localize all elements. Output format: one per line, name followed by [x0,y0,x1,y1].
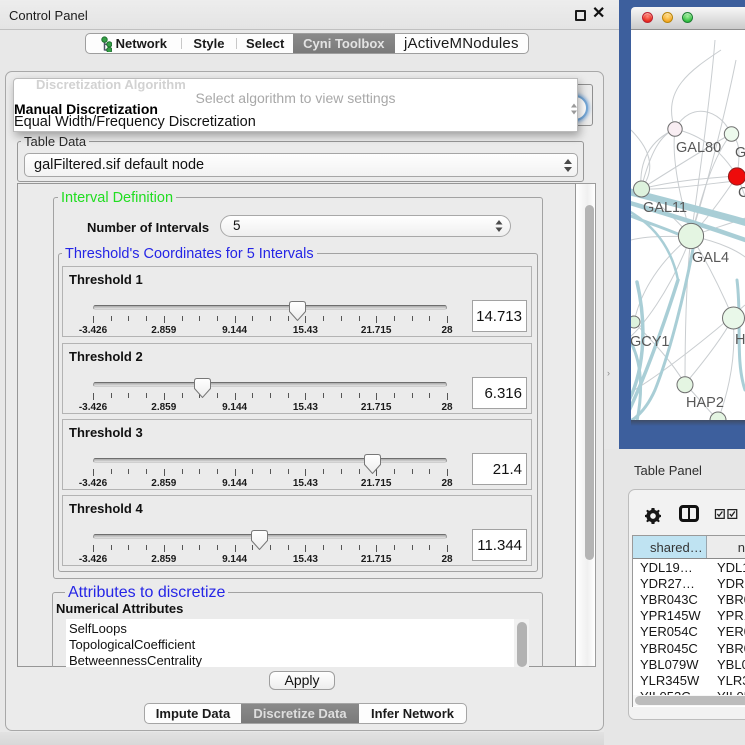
svg-text:GAL11: GAL11 [643,200,687,216]
svg-text:HAP2: HAP2 [686,395,724,411]
svg-text:GCY1: GCY1 [631,334,670,350]
svg-text:GA: GA [735,145,745,161]
svg-text:C: C [738,185,745,201]
svg-text:GAL80: GAL80 [676,140,721,156]
svg-text:GAL4: GAL4 [692,250,729,266]
svg-text:H: H [735,332,745,348]
